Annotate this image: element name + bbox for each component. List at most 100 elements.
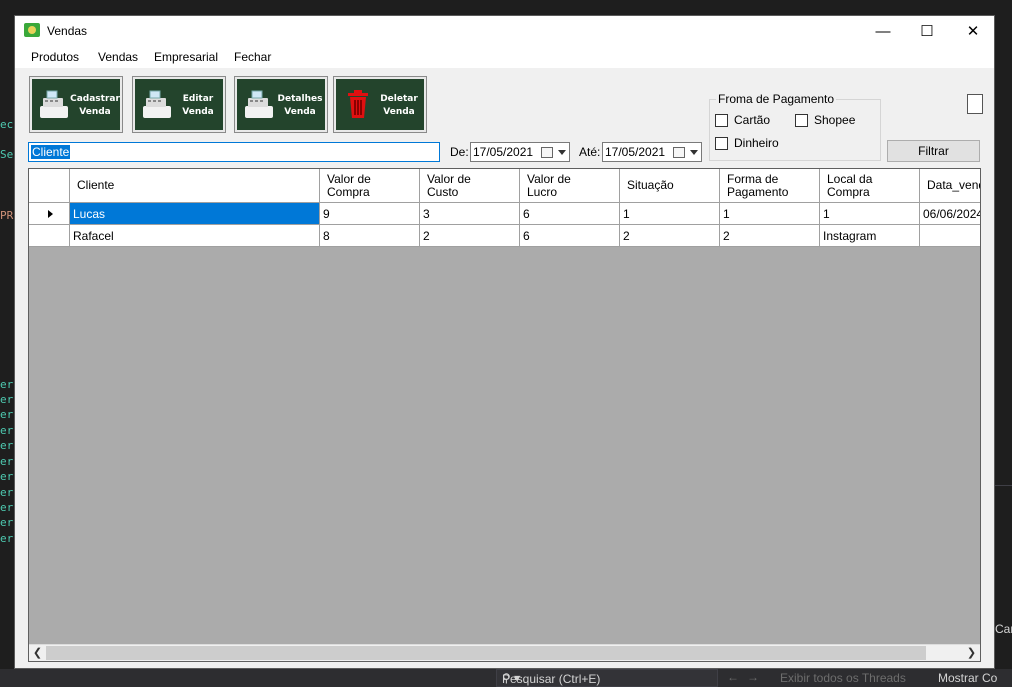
menu-fechar[interactable]: Fechar [234,50,271,64]
table-row[interactable]: Rafacel 8 2 6 2 2 Instagram [29,225,980,247]
table-cell[interactable] [920,225,980,246]
scrollbar-thumb[interactable] [46,646,926,660]
to-date-picker[interactable]: 17/05/2021 [602,142,702,162]
cartao-checkbox[interactable]: Cartão [715,113,770,127]
column-header[interactable]: Forma de Pagamento [720,169,820,202]
sales-grid[interactable]: Cliente Valor de Compra Valor de Custo V… [28,168,981,662]
column-header[interactable]: Valor de Lucro [520,169,620,202]
table-cell[interactable]: 2 [620,225,720,246]
column-header[interactable]: Data_venda [920,169,980,202]
cadastrar-venda-label: Cadastrar Venda [70,94,120,117]
checkbox-box[interactable] [795,113,808,127]
close-button[interactable]: ✕ [950,16,996,46]
dinheiro-checkbox[interactable]: Dinheiro [715,136,779,150]
cash-register-icon [40,90,68,118]
ide-code-fragment: ert [0,378,14,391]
row-header[interactable] [29,203,70,224]
payment-group: Froma de Pagamento Cartão Shopee Dinheir… [709,92,881,161]
detalhes-venda-label: Detalhes Venda [277,94,323,117]
ide-code-fragment: PRE [0,209,14,222]
chevron-down-icon [690,150,698,155]
to-date-label: Até: [579,145,601,159]
table-cell[interactable]: 1 [820,203,920,224]
menu-vendas[interactable]: Vendas [98,50,138,64]
main-content: Cadastrar Venda Editar Venda Detalhes Ve… [15,68,994,668]
client-search-input[interactable]: Cliente [28,142,440,162]
nav-arrows-icon[interactable]: ←→ [727,670,767,684]
horizontal-scrollbar[interactable]: ❮ ❯ [29,644,980,661]
window-title: Vendas [47,24,88,38]
detalhes-venda-button[interactable]: Detalhes Venda [234,76,328,133]
table-cell[interactable]: 2 [420,225,520,246]
table-cell[interactable]: 6 [520,203,620,224]
deletar-venda-button[interactable]: Deletar Venda [333,76,427,133]
table-cell[interactable]: 1 [620,203,720,224]
table-cell[interactable]: 3 [420,203,520,224]
table-cell[interactable]: Lucas [70,203,320,224]
cartao-label: Cartão [734,113,771,127]
ide-left-editor: ect Set PRE ert ert ert ert ert ert ert … [0,0,14,687]
chevron-down-icon [558,150,566,155]
row-header[interactable] [29,225,70,246]
from-date-value: 17/05/2021 [473,145,534,159]
editar-venda-label: Editar Venda [182,94,214,117]
ide-code-fragment: ert [0,516,14,529]
to-date-value: 17/05/2021 [605,145,666,159]
cash-register-icon [143,90,171,118]
client-search-value: Cliente [31,145,71,159]
cadastrar-venda-button[interactable]: Cadastrar Venda [29,76,123,133]
column-header[interactable]: Valor de Compra [320,169,420,202]
small-input-box[interactable] [967,94,983,114]
ide-code-fragment: ert [0,408,14,421]
ide-code-fragment: ert [0,532,14,545]
ide-code-fragment: ert [0,393,14,406]
table-cell[interactable]: 06/06/2024 [920,203,980,224]
chevron-left-icon[interactable]: ❮ [29,645,46,661]
trash-icon [348,90,368,118]
title-bar: Vendas — ☐ ✕ [15,16,994,46]
maximize-button[interactable]: ☐ [904,16,950,46]
ide-right-panel: Cara [995,0,1012,687]
ide-code-fragment: ert [0,470,14,483]
table-cell[interactable]: 6 [520,225,620,246]
table-cell[interactable]: 9 [320,203,420,224]
table-cell[interactable]: Instagram [820,225,920,246]
shopee-checkbox[interactable]: Shopee [795,113,855,127]
column-header[interactable]: Situação [620,169,720,202]
table-cell[interactable]: Rafacel [70,225,320,246]
dinheiro-label: Dinheiro [734,136,779,150]
ide-code-fragment: ert [0,486,14,499]
from-date-picker[interactable]: 17/05/2021 [470,142,570,162]
from-date-label: De: [450,145,469,159]
filtrar-button[interactable]: Filtrar [887,140,980,162]
column-header[interactable]: Local da Compra [820,169,920,202]
minimize-button[interactable]: — [860,16,906,46]
column-header[interactable]: Valor de Custo [420,169,520,202]
ide-code-fragment: ert [0,424,14,437]
menu-empresarial[interactable]: Empresarial [154,50,218,64]
menu-bar: Produtos Vendas Empresarial Fechar [15,46,994,68]
editar-venda-button[interactable]: Editar Venda [132,76,226,133]
ide-bottom-bar: Pesquisar (Ctrl+E) ⚲ ▾ ←→ Exibir todos o… [0,669,1012,687]
ide-threads-label[interactable]: Exibir todos os Threads [780,671,906,685]
checkbox-box[interactable] [715,113,728,127]
table-row[interactable]: Lucas 9 3 6 1 1 1 06/06/2024 [29,203,980,225]
payment-group-title: Froma de Pagamento [716,92,837,106]
ide-show-label[interactable]: Mostrar Co [938,671,997,685]
app-money-icon [24,23,40,37]
grid-header-row: Cliente Valor de Compra Valor de Custo V… [29,169,980,203]
table-cell[interactable]: 8 [320,225,420,246]
column-header[interactable]: Cliente [70,169,320,202]
checkbox-box[interactable] [715,136,728,150]
vendas-window: Vendas — ☐ ✕ Produtos Vendas Empresarial… [14,15,995,669]
ide-divider [995,485,1012,486]
calendar-icon [673,147,685,158]
ide-search-box[interactable]: Pesquisar (Ctrl+E) ⚲ ▾ [496,669,718,687]
table-cell[interactable]: 2 [720,225,820,246]
menu-produtos[interactable]: Produtos [31,50,79,64]
ide-code-fragment: ert [0,455,14,468]
chevron-right-icon[interactable]: ❯ [963,645,980,661]
table-cell[interactable]: 1 [720,203,820,224]
ide-right-fragment: Cara [995,622,1012,636]
ide-code-fragment: ert [0,439,14,452]
